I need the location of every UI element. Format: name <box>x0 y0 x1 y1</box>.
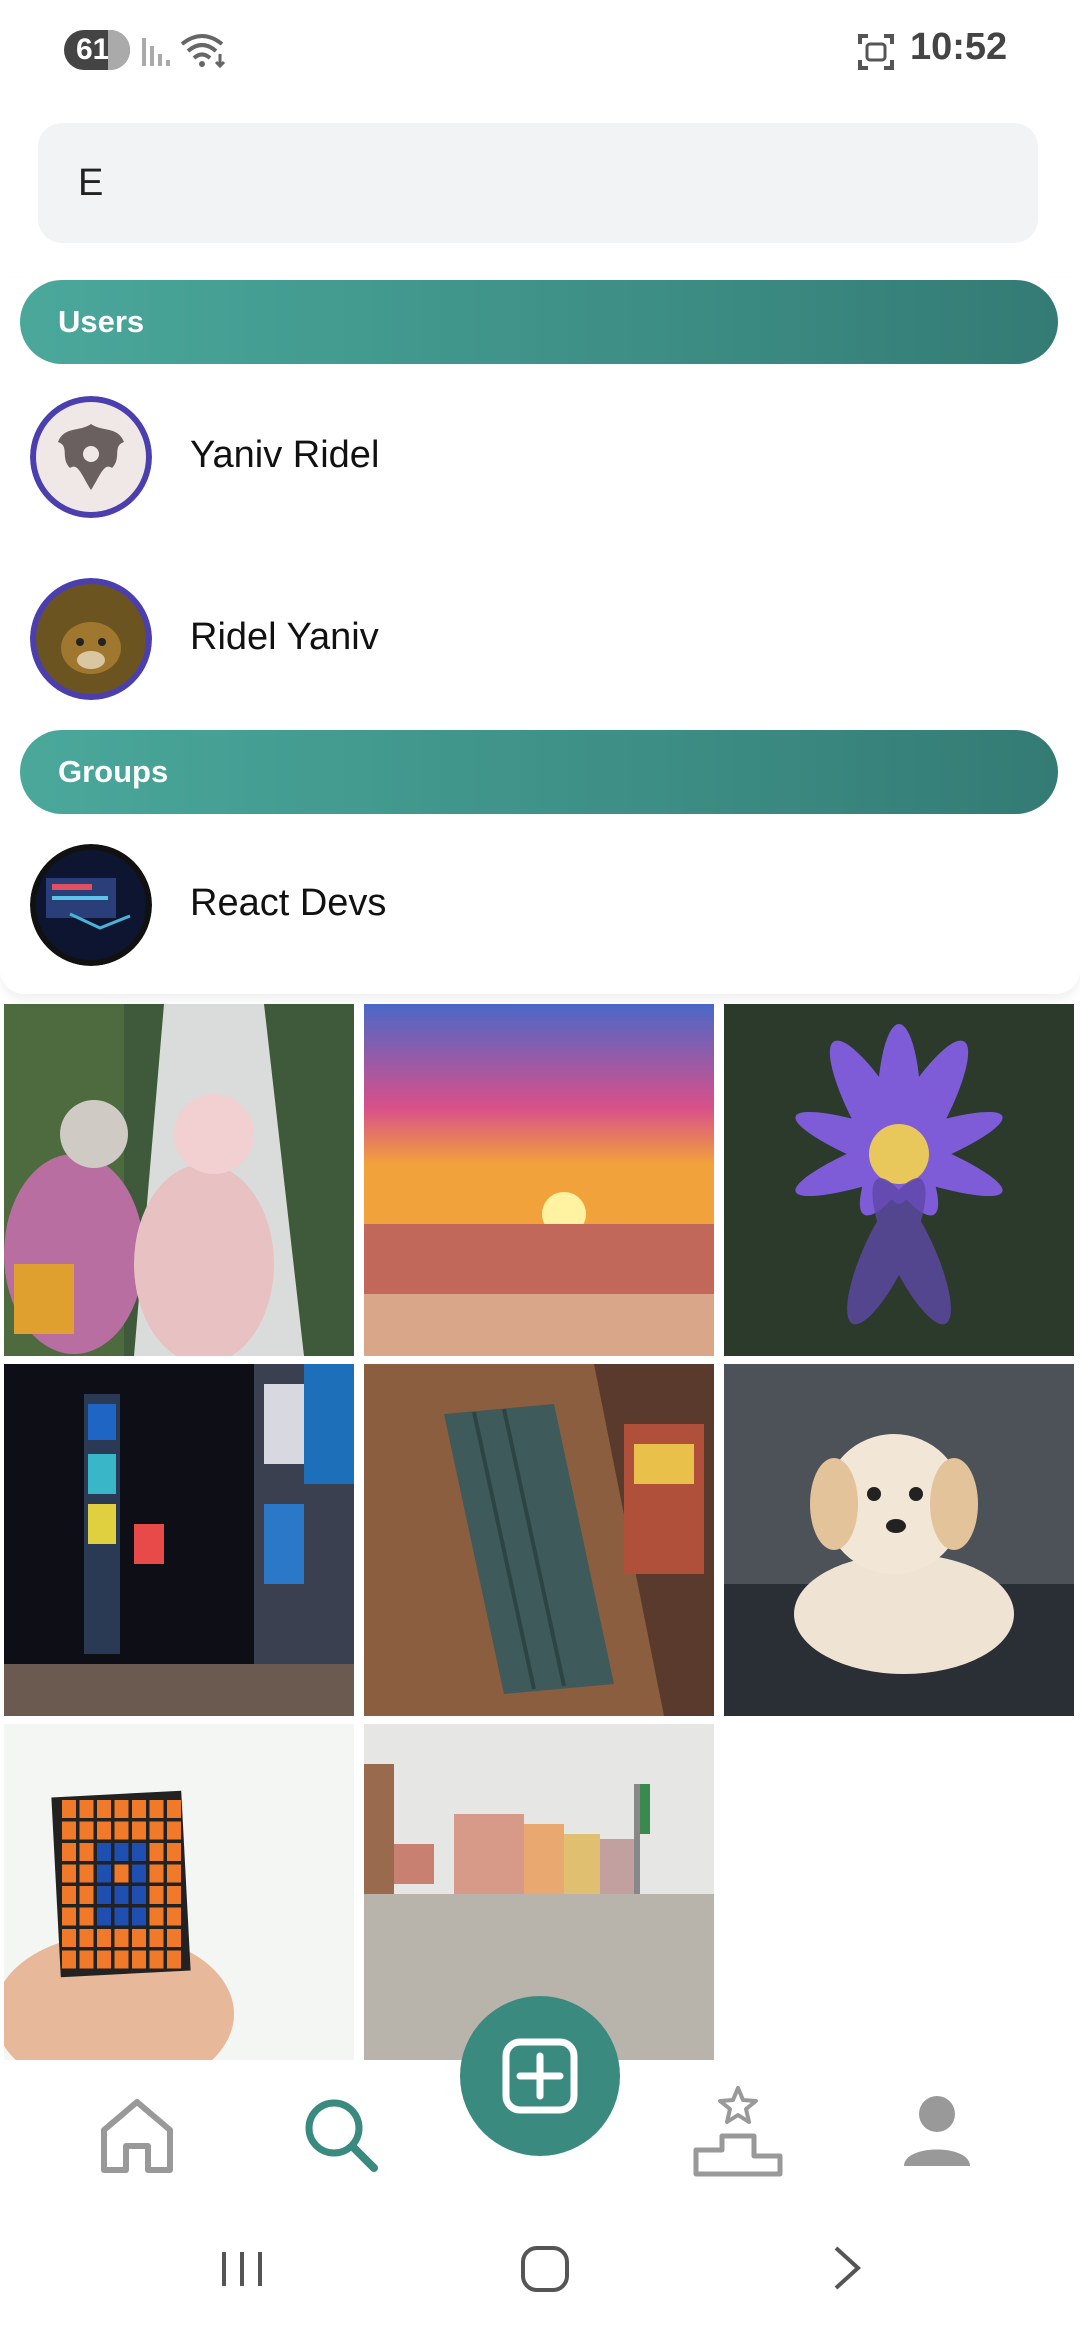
photo-grid <box>0 1000 1080 2076</box>
purple-lotus-photo[interactable] <box>724 1004 1074 1356</box>
user-name: Ridel Yaniv <box>190 616 379 658</box>
user-name: Yaniv Ridel <box>190 434 380 476</box>
clock: 10:52 <box>910 26 1008 68</box>
add-post-button[interactable] <box>460 1996 620 2156</box>
sunset-beach-photo[interactable] <box>364 1004 714 1356</box>
system-navigation-bar <box>0 2200 1080 2340</box>
inkblot-avatar <box>30 396 152 518</box>
groups-section-header: Groups <box>20 730 1058 814</box>
profile-icon[interactable] <box>892 2086 982 2176</box>
group-result-row[interactable]: React Devs <box>0 824 1080 984</box>
puppy-photo[interactable] <box>724 1364 1074 1716</box>
search-icon[interactable] <box>296 2090 386 2180</box>
home-icon[interactable] <box>92 2090 182 2180</box>
leaderboard-icon[interactable] <box>690 2080 786 2180</box>
signal-icon <box>142 38 170 66</box>
rubiks-cube-photo[interactable] <box>4 1724 354 2076</box>
user-result-row[interactable]: Ridel Yaniv <box>0 558 1080 718</box>
battery-level: 61 <box>76 33 110 66</box>
user-result-row[interactable]: Yaniv Ridel <box>0 376 1080 536</box>
back-chevron-icon[interactable] <box>822 2238 872 2298</box>
search-bar[interactable] <box>38 123 1038 243</box>
search-input[interactable] <box>78 123 998 243</box>
recent-apps-icon[interactable] <box>218 2238 268 2298</box>
tablet-case-photo[interactable] <box>364 1364 714 1716</box>
times-square-photo[interactable] <box>4 1364 354 1716</box>
dog-avatar <box>30 578 152 700</box>
screenshot-icon <box>858 34 894 70</box>
battery-indicator: 61 <box>64 30 130 70</box>
screen-avatar <box>30 844 152 966</box>
group-name: React Devs <box>190 882 387 924</box>
add-post-icon <box>502 2038 578 2114</box>
users-section-header: Users <box>20 280 1058 364</box>
search-results-panel: Users Yaniv Ridel Ridel Yaniv Groups Rea… <box>0 278 1080 994</box>
home-button-icon[interactable] <box>515 2238 575 2298</box>
wifi-icon <box>180 34 226 69</box>
two-women-photo[interactable] <box>4 1004 354 1356</box>
status-bar: 61 10:52 <box>0 0 1080 100</box>
